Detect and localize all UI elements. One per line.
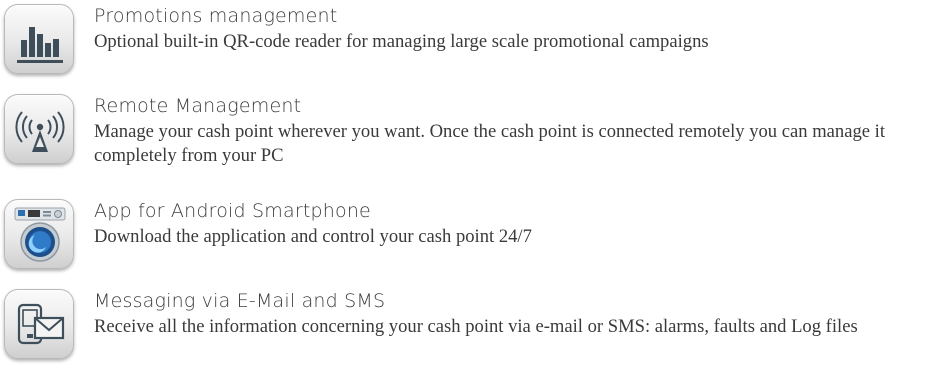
feature-description: Download the application and control you… — [94, 226, 532, 247]
washing-machine-icon — [4, 199, 74, 269]
phone-envelope-icon — [4, 289, 74, 359]
feature-title: Promotions management — [94, 5, 338, 27]
feature-description: Manage your cash point wherever you want… — [94, 121, 885, 166]
antenna-signal-icon — [4, 94, 74, 164]
feature-description: Receive all the information concerning y… — [94, 316, 858, 337]
feature-title: Remote Management — [94, 95, 302, 117]
feature-description: Optional built-in QR-code reader for man… — [94, 31, 709, 52]
feature-title: App for Android Smartphone — [94, 200, 371, 222]
bar-chart-icon — [4, 4, 74, 74]
feature-title: Messaging via E-Mail and SMS — [94, 290, 386, 312]
